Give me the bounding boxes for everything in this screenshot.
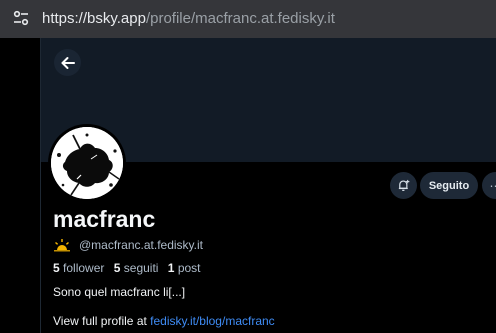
posts-count-group: 1 post: [168, 261, 201, 275]
following-count: 5: [113, 261, 121, 275]
profile-stats: 5 follower 5 seguiti 1 post: [53, 261, 207, 275]
full-profile-link[interactable]: fedisky.it/blog/macfranc: [150, 314, 275, 328]
url-text[interactable]: https://bsky.app/profile/macfranc.at.fed…: [42, 10, 335, 27]
url-path: /profile/macfranc.at.fedisky.it: [145, 10, 335, 27]
avatar[interactable]: [48, 124, 126, 202]
notify-button[interactable]: [390, 172, 417, 199]
site-settings-icon[interactable]: [12, 9, 30, 27]
profile-bio: Sono quel macfranc li[...]: [53, 285, 186, 299]
full-profile-prefix: View full profile at: [53, 314, 147, 328]
followers-label: follower: [63, 261, 105, 275]
ellipsis-icon: ⋯: [489, 178, 496, 193]
posts-label: post: [177, 261, 201, 275]
handle-row: @macfranc.at.fedisky.it: [53, 237, 203, 253]
bell-plus-icon: [398, 179, 410, 191]
sun-emoji-icon: [54, 239, 70, 252]
full-profile-line: View full profile at fedisky.it/blog/mac…: [53, 314, 275, 328]
followers-link[interactable]: 5 follower: [53, 261, 104, 275]
arrow-left-icon: [61, 56, 75, 69]
left-rail: [0, 38, 40, 333]
followers-count: 5: [53, 261, 60, 275]
url-host: https://bsky.app: [42, 10, 146, 27]
back-button[interactable]: [54, 49, 81, 76]
following-button[interactable]: Seguito: [420, 172, 478, 199]
profile-display-name: macfranc: [53, 206, 156, 232]
more-options-button[interactable]: ⋯: [482, 172, 496, 199]
ink-splat-avatar-image: [51, 127, 123, 199]
following-label: seguiti: [123, 261, 159, 275]
following-link[interactable]: 5 seguiti: [114, 261, 159, 275]
browser-address-bar[interactable]: https://bsky.app/profile/macfranc.at.fed…: [0, 0, 496, 38]
posts-count: 1: [167, 261, 175, 275]
profile-handle[interactable]: @macfranc.at.fedisky.it: [79, 238, 203, 252]
